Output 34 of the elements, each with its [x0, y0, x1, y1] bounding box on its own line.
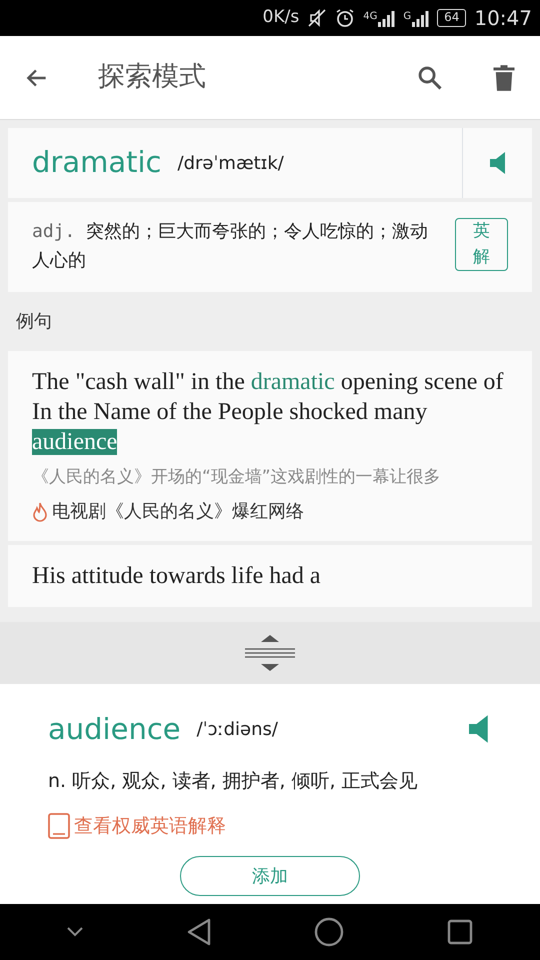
network-type: 4G [363, 10, 378, 24]
home-icon[interactable] [314, 917, 344, 947]
battery-icon: 64 [437, 9, 466, 27]
speaker-icon[interactable] [488, 151, 506, 175]
lookup-word: audience [48, 710, 181, 748]
signal-icon [377, 9, 396, 27]
drag-handle-icon[interactable] [244, 632, 296, 672]
recents-icon[interactable] [446, 919, 473, 945]
authority-definition-link[interactable]: 查看权威英语解释 [74, 812, 226, 840]
definition: adj. 突然的；巨大而夸张的；令人吃惊的；激动人心的 [32, 220, 430, 273]
flame-icon [32, 502, 48, 522]
signal-icon [411, 9, 430, 27]
network-type: G [403, 10, 412, 24]
network-speed: 0K/s [262, 6, 300, 30]
clock: 10:47 [474, 5, 532, 32]
back-icon[interactable] [186, 918, 212, 946]
headword: dramatic [32, 144, 162, 182]
lookup-phonetic: /ˈɔːdiəns/ [196, 718, 279, 742]
page-title: 探索模式 [98, 60, 207, 94]
book-icon [48, 812, 70, 839]
phonetic: /drəˈmætɪk/ [178, 152, 284, 176]
trash-icon[interactable] [492, 64, 516, 92]
add-button[interactable]: 添加 [180, 856, 360, 896]
example-sentence: His attitude towards life had a [32, 562, 322, 592]
example-translation: 《人民的名义》开场的“现金墙”这戏剧性的一幕让很多 [32, 466, 442, 489]
example-sentence: The "cash wall" in the dramatic opening scene of In the Name of the People shocked many audience [32, 368, 504, 457]
muted-icon [307, 8, 328, 28]
section-label: 例句 [15, 310, 53, 334]
search-icon[interactable] [416, 64, 444, 92]
alarm-icon [335, 8, 356, 28]
lookup-definition: n. 听众, 观众, 读者, 拥护者, 倾听, 正式会见 [48, 769, 419, 794]
example-source: 电视剧《人民的名义》爆红网络 [52, 500, 304, 524]
chevron-down-icon[interactable] [67, 927, 84, 937]
english-definition-button[interactable]: 英解 [455, 218, 508, 271]
